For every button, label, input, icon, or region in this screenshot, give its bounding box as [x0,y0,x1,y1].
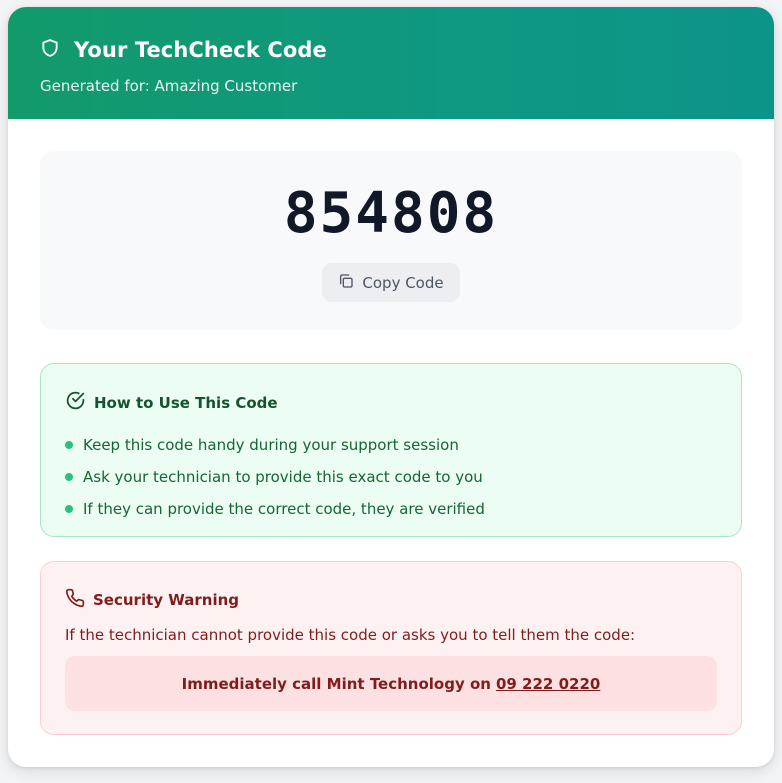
list-item: Keep this code handy during your support… [65,429,717,461]
how-to-title: How to Use This Code [94,393,278,412]
header-title-row: Your TechCheck Code [40,35,742,65]
phone-number-link[interactable]: 09 222 0220 [496,675,600,693]
code-panel: 854808 Copy Code [40,151,742,330]
call-prefix: Immediately call Mint Technology on [181,674,491,693]
check-circle-icon [65,390,86,415]
techcheck-card: Your TechCheck Code Generated for: Amazi… [8,7,774,767]
page-title: Your TechCheck Code [74,38,327,62]
call-instruction: Immediately call Mint Technology on 09 2… [65,656,717,711]
warning-text: If the technician cannot provide this co… [65,626,636,644]
step-text: Keep this code handy during your support… [83,436,459,454]
copy-code-label: Copy Code [362,273,444,292]
card-header: Your TechCheck Code Generated for: Amazi… [8,7,774,119]
shield-icon [40,37,60,63]
bullet-dot [65,505,73,513]
bullet-dot [65,473,73,481]
how-to-header: How to Use This Code [65,390,717,415]
security-warning-panel: Security Warning If the technician canno… [40,561,742,735]
step-text: Ask your technician to provide this exac… [83,468,483,486]
how-to-panel: How to Use This Code Keep this code hand… [40,363,742,537]
how-to-steps: Keep this code handy during your support… [65,429,717,525]
phone-icon [65,588,85,612]
warning-header: Security Warning [65,588,717,612]
step-text: If they can provide the correct code, th… [83,500,485,518]
list-item: If they can provide the correct code, th… [65,493,717,525]
copy-icon [338,273,354,293]
copy-code-button[interactable]: Copy Code [322,263,460,302]
generated-for-text: Generated for: Amazing Customer [40,77,298,95]
verification-code: 854808 [283,181,499,246]
warning-title: Security Warning [93,591,240,609]
list-item: Ask your technician to provide this exac… [65,461,717,493]
bullet-dot [65,441,73,449]
